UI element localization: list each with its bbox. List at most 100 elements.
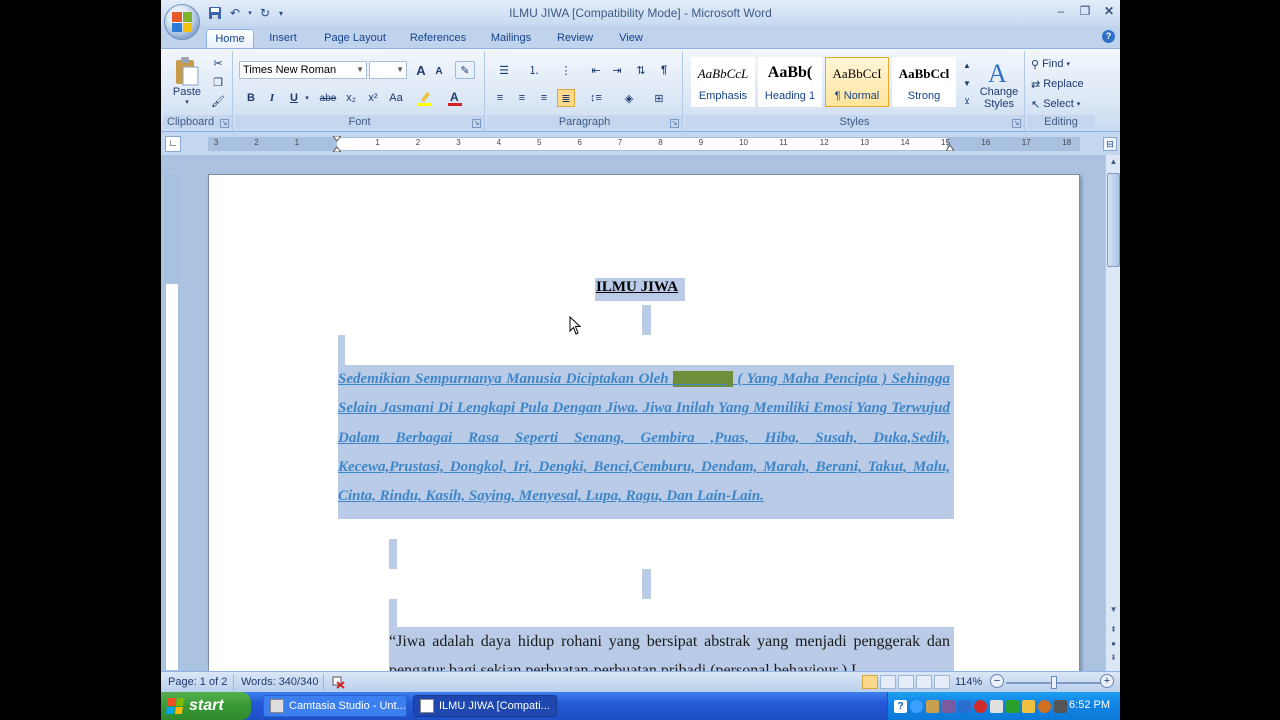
justify-icon[interactable]: ≣	[557, 89, 575, 107]
shading-icon[interactable]: ◈	[617, 89, 641, 107]
previous-page-icon[interactable]: ⇞	[1108, 625, 1119, 636]
line-spacing-icon[interactable]: ↕≡	[583, 89, 609, 107]
full-screen-reading-view-icon[interactable]	[880, 675, 896, 689]
volume-tray-icon[interactable]	[1054, 699, 1067, 713]
office-button[interactable]	[164, 4, 200, 40]
replace-button[interactable]: ⇄ Replace	[1031, 75, 1093, 93]
borders-icon[interactable]: ⊞	[647, 89, 671, 107]
paste-button[interactable]: Paste ▾	[169, 53, 205, 109]
outline-view-icon[interactable]	[916, 675, 932, 689]
tab-selector-icon[interactable]: ∟	[165, 136, 181, 152]
antivirus-tray-icon[interactable]	[974, 699, 987, 713]
align-left-icon[interactable]: ≡	[491, 89, 509, 107]
zoom-in-icon[interactable]: +	[1100, 674, 1114, 688]
bullets-icon[interactable]: ☰	[491, 61, 517, 79]
tab-insert[interactable]: Insert	[262, 29, 304, 48]
style-strong[interactable]: AaBbCcl Strong	[892, 57, 956, 107]
tray-app-icon[interactable]	[1038, 699, 1051, 713]
increase-indent-icon[interactable]: ⇥	[608, 61, 626, 79]
indent-marker-icon[interactable]	[331, 135, 343, 153]
style-emphasis[interactable]: AaBbCcL Emphasis	[691, 57, 755, 107]
font-name-combo[interactable]: Times New Roman ▼	[239, 61, 367, 79]
align-center-icon[interactable]: ≡	[513, 89, 531, 107]
back-arrow-tray-icon[interactable]	[910, 699, 923, 713]
find-button[interactable]: ⚲ Find ▾	[1031, 55, 1091, 73]
document-page[interactable]: ILMU JIWA Sedemikian Sempurnanya Manusia…	[208, 174, 1080, 671]
zoom-level[interactable]: 114%	[955, 676, 982, 688]
style-normal[interactable]: AaBbCcI ¶ Normal	[825, 57, 889, 107]
help-icon[interactable]: ?	[1102, 30, 1115, 43]
styles-scroll-up-icon[interactable]: ▲	[961, 57, 973, 73]
restore-icon[interactable]: ❐	[1078, 4, 1092, 18]
word-count[interactable]: Words: 340/340	[241, 676, 318, 688]
change-styles-button[interactable]: A Change Styles	[977, 55, 1021, 113]
paragraph-launcher-icon[interactable]: ↘	[670, 119, 679, 128]
task-camtasia[interactable]: Camtasia Studio - Unt...	[263, 695, 407, 717]
numbering-icon[interactable]: ⒈	[521, 61, 547, 79]
bold-button[interactable]: B	[243, 89, 259, 107]
style-heading-1[interactable]: AaBb( Heading 1	[758, 57, 822, 107]
change-case-button[interactable]: Aa	[386, 89, 406, 107]
close-icon[interactable]: ✕	[1102, 4, 1116, 18]
font-color-icon[interactable]: A	[445, 89, 467, 107]
highlight-icon[interactable]	[415, 89, 437, 107]
tab-review[interactable]: Review	[553, 29, 597, 48]
tab-home[interactable]: Home	[206, 29, 254, 48]
next-page-icon[interactable]: ⇟	[1108, 653, 1119, 664]
tab-references[interactable]: References	[406, 29, 470, 48]
zoom-slider-thumb[interactable]	[1051, 676, 1057, 689]
zoom-out-icon[interactable]: −	[990, 674, 1004, 688]
help-tray-icon[interactable]: ?	[894, 699, 907, 713]
select-button[interactable]: ↖ Select ▾	[1031, 95, 1093, 113]
clipboard-launcher-icon[interactable]: ↘	[220, 119, 229, 128]
tray-app-icon[interactable]	[1022, 699, 1035, 713]
copy-icon[interactable]: ❐	[210, 74, 226, 90]
vertical-ruler[interactable]	[165, 175, 179, 671]
shrink-font-button[interactable]: A	[432, 63, 446, 79]
select-browse-object-icon[interactable]: ●	[1108, 639, 1119, 650]
tray-app-icon[interactable]	[990, 699, 1003, 713]
horizontal-ruler[interactable]: 3 2 1 1 2 3 4 5 6 7 8 9 10 11 12 13 14 15 16 17 18	[208, 135, 1080, 153]
draft-view-icon[interactable]	[934, 675, 950, 689]
clear-formatting-icon[interactable]: ✎	[455, 61, 475, 79]
grow-font-button[interactable]: A	[413, 61, 429, 79]
font-size-combo[interactable]: ▼	[369, 61, 407, 79]
tray-app-icon[interactable]	[942, 699, 955, 713]
styles-launcher-icon[interactable]: ↘	[1012, 119, 1021, 128]
subscript-button[interactable]: x₂	[342, 89, 360, 107]
tab-mailings[interactable]: Mailings	[485, 29, 537, 48]
scroll-thumb[interactable]	[1107, 173, 1120, 267]
underline-button[interactable]: U	[286, 89, 302, 107]
underline-dropdown-icon[interactable]: ▾	[303, 91, 311, 105]
vertical-scrollbar[interactable]: ▲ ▼ ⇞ ● ⇟	[1105, 155, 1120, 671]
strikethrough-button[interactable]: abe	[317, 89, 339, 107]
superscript-button[interactable]: x²	[364, 89, 382, 107]
decrease-indent-icon[interactable]: ⇤	[587, 61, 605, 79]
web-layout-view-icon[interactable]	[898, 675, 914, 689]
tab-view[interactable]: View	[613, 29, 649, 48]
right-indent-marker-icon[interactable]	[945, 141, 955, 152]
multilevel-list-icon[interactable]: ⋮	[553, 61, 579, 79]
styles-more-icon[interactable]: ⊻	[961, 93, 973, 109]
page-count[interactable]: Page: 1 of 2	[168, 676, 227, 688]
paragraph-1[interactable]: Sedemikian Sempurnanya Manusia Diciptaka…	[338, 365, 954, 520]
network-tray-icon[interactable]	[958, 699, 971, 713]
tray-app-icon[interactable]	[926, 699, 939, 713]
align-right-icon[interactable]: ≡	[535, 89, 553, 107]
minimize-icon[interactable]: –	[1054, 4, 1068, 18]
start-button[interactable]: start	[161, 692, 251, 720]
font-launcher-icon[interactable]: ↘	[472, 119, 481, 128]
scroll-down-icon[interactable]: ▼	[1107, 605, 1120, 620]
format-painter-icon[interactable]: 🖌	[210, 93, 226, 109]
tab-page-layout[interactable]: Page Layout	[319, 29, 391, 48]
scroll-up-icon[interactable]: ▲	[1107, 157, 1120, 172]
show-formatting-icon[interactable]: ¶	[655, 61, 673, 79]
paragraph-2[interactable]: “Jiwa adalah daya hidup rohani yang bers…	[389, 627, 954, 671]
tray-app-icon[interactable]	[1006, 699, 1019, 713]
sort-icon[interactable]: ⇅	[632, 61, 650, 79]
print-layout-view-icon[interactable]	[862, 675, 878, 689]
proofing-icon[interactable]	[331, 674, 347, 692]
document-title[interactable]: ILMU JIWA	[595, 278, 686, 301]
cut-icon[interactable]: ✂	[210, 55, 226, 71]
italic-button[interactable]: I	[264, 89, 280, 107]
